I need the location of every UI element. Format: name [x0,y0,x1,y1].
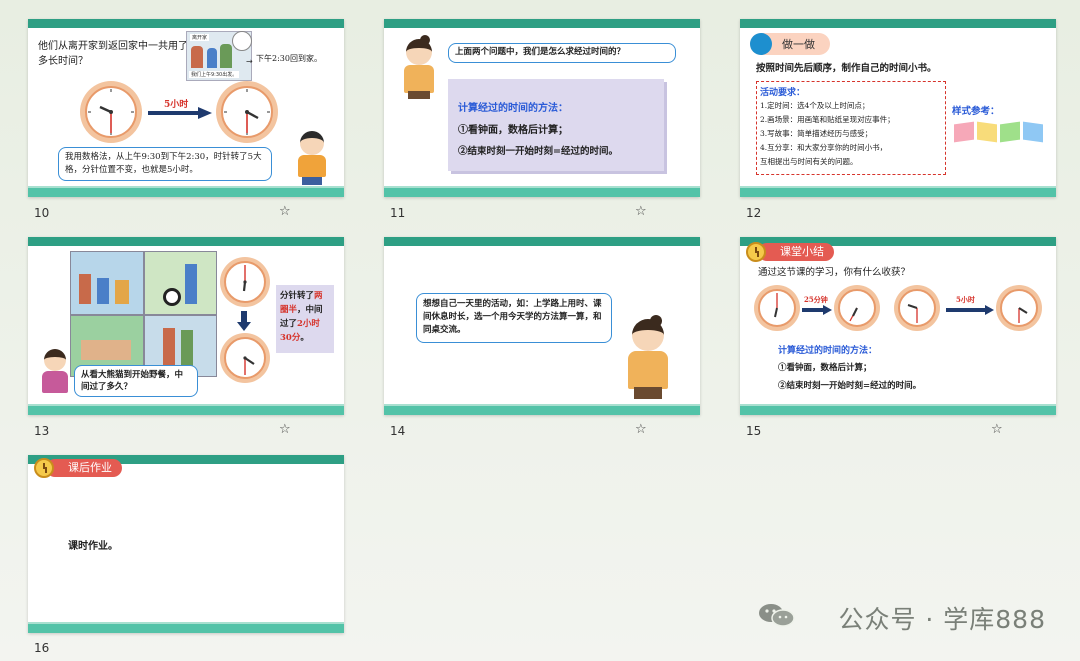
slide-number: 14 [390,424,406,438]
requirement-2: 2.画场景：用画笔和贴纸呈现对应事件； [760,115,895,124]
slide-header-bar [28,237,344,246]
requirement-3: 3.写故事：简单描述经历与感受； [760,129,873,138]
slide-number: 13 [34,424,50,438]
method-step-1: ①看钟面，数格后计算； [458,125,568,136]
result-text: 分针转了 [280,291,315,301]
requirement-5: 互相提出与时间有关的问题。 [760,157,858,166]
slide-thumbnail-10[interactable]: 他们从离开家到返回家中一共用了多长时间？ 离开家 我们上午9:30出发。 下午2… [28,19,344,197]
requirements-title: 活动要求： [760,88,806,98]
clock-1 [754,285,800,331]
slide-number: 15 [746,424,762,438]
requirement-1: 1.定时间：选4个及以上时间点； [760,101,870,110]
right-arrow-icon [148,107,212,119]
slide-number: 10 [34,206,50,220]
favorite-star-icon[interactable]: ☆ [635,204,647,219]
slide-question: 他们从离开家到返回家中一共用了多长时间？ [38,41,188,67]
slide-footer-bar [28,622,344,633]
down-arrow-icon [237,311,251,331]
explanation-bubble: 我用数格法，从上午9:30到下午2:30，时针转了5大格，分针位置不变，也就是5… [58,147,272,181]
method-panel: 计算经过的时间的方法： ①看钟面，数格后计算； ②结束时刻一开始时刻=经过的时间… [448,79,664,171]
scene-picture-grid [70,251,217,377]
small-clock-icon [232,31,252,51]
activity-badge-label: 做一做 [782,38,815,51]
method-step-2: ②结束时刻一开始时刻=经过的时间。 [778,381,922,391]
speech-bubble: 想想自己一天里的活动，如：上学路上用时、课间休息时长，选一个用今天学的方法算一算… [416,293,612,343]
slide-footer-bar [384,186,700,197]
slide-thumbnail-11[interactable]: 上面两个问题中，我们是怎么求经过时间的？ 计算经过的时间的方法： ①看钟面，数格… [384,19,700,197]
slide-thumbnail-15[interactable]: 课堂小结 通过这节课的学习，你有什么收获？ 25分钟 5小时 计算经过的时间的方… [740,237,1056,415]
girl-illustration [620,315,678,403]
slide-header-bar [740,19,1056,28]
requirement-4: 4.互分享：和大家分享你的时间小书， [760,143,888,152]
method-step-2: ②结束时刻一开始时刻=经过的时间。 [458,146,618,157]
method-step-1: ①看钟面，数格后计算； [778,363,872,373]
slide-thumbnail-16[interactable]: 课后作业 课时作业。 [28,455,344,633]
slide-footer-bar [28,404,344,415]
clock-930 [80,81,142,143]
arrow-label-1: 25分钟 [804,295,828,304]
alarm-clock-icon [34,458,54,478]
clock-start [220,257,270,307]
slide-footer-bar [740,404,1056,415]
girl-illustration [398,35,442,99]
speech-bubble: 上面两个问题中，我们是怎么求经过时间的？ [448,43,676,63]
right-arrow-icon [946,305,994,315]
favorite-star-icon[interactable]: ☆ [991,422,1003,437]
clock-end [220,333,270,383]
activity-icon [750,33,772,55]
homework-badge: 课后作业 [46,459,122,477]
boy-illustration [292,131,332,186]
clock-2 [834,285,880,331]
method-title: 计算经过的时间的方法： [778,346,878,356]
slide-header-bar [28,19,344,28]
clock-3 [894,285,940,331]
slide-number: 11 [390,206,406,220]
slide-thumbnail-14[interactable]: 想想自己一天里的活动，如：上学路上用时、课间休息时长，选一个用今天学的方法算一算… [384,237,700,415]
right-arrow-icon [802,305,832,315]
clock-4 [996,285,1042,331]
slide-thumbnail-13[interactable]: 分针转了两圈半，中间过了2小时30分。 从看大熊猫到开始野餐，中间过了多久？ [28,237,344,415]
slide-header-bar [384,237,700,246]
picture-caption: 离开家 [190,34,210,41]
slide-number: 12 [746,206,762,220]
question-bubble: 从看大熊猫到开始野餐，中间过了多久？ [74,365,198,397]
summary-question: 通过这节课的学习，你有什么收获？ [758,267,911,278]
slide-number: 16 [34,641,50,655]
requirements-box: 活动要求： 1.定时间：选4个及以上时间点； 2.画场景：用画笔和贴纸呈现对应事… [756,81,946,175]
slide-footer-bar [740,186,1056,197]
summary-badge: 课堂小结 [758,243,834,261]
alarm-clock-icon [746,242,766,262]
result-panel: 分针转了两圈半，中间过了2小时30分。 [276,285,334,353]
slide-header-bar [384,19,700,28]
homework-content: 课时作业。 [68,541,118,552]
favorite-star-icon[interactable]: ☆ [279,204,291,219]
slide-footer-bar [384,404,700,415]
picture-caption-bottom: 我们上午9:30出发。 [189,71,240,78]
method-title: 计算经过的时间的方法： [458,103,568,114]
sample-booklet [954,121,1046,143]
watermark-text: 公众号 · 学库888 [838,605,1046,634]
favorite-star-icon[interactable]: ☆ [279,422,291,437]
instruction-text: 按照时间先后顺序，制作自己的时间小书。 [756,63,937,74]
clock-230 [216,81,278,143]
favorite-star-icon[interactable]: ☆ [635,422,647,437]
slide-footer-bar [28,186,344,197]
arrow-label-2: 5小时 [956,295,975,304]
result-text: 。 [300,333,309,343]
girl-illustration [38,349,72,399]
arrival-note: 下午2:30回到家。 [256,54,322,63]
sample-label: 样式参考： [952,106,1000,117]
wechat-icon [759,604,795,627]
activity-badge: 做一做 [750,33,830,55]
slide-thumbnail-12[interactable]: 做一做 按照时间先后顺序，制作自己的时间小书。 活动要求： 1.定时间：选4个及… [740,19,1056,197]
